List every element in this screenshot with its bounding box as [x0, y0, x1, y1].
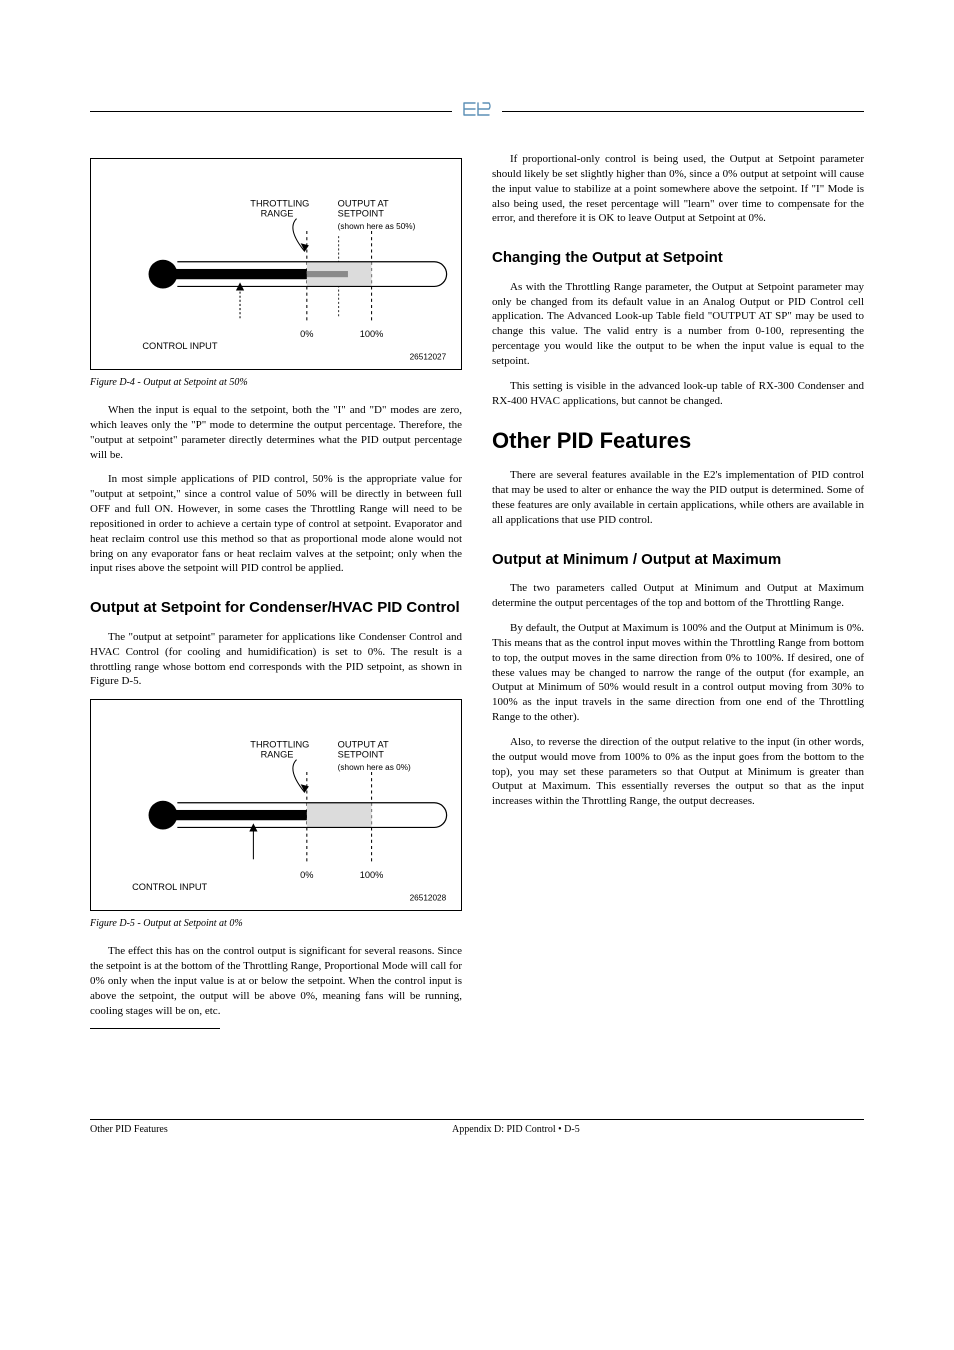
- top-rule: [90, 100, 864, 122]
- heading-changing-output: Changing the Output at Setpoint: [492, 248, 864, 268]
- footer-left: Other PID Features: [90, 1124, 168, 1135]
- svg-text:THROTTLING RANGE: THROTTLING RANGE: [250, 198, 312, 218]
- left-p3: The "output at setpoint" parameter for a…: [90, 630, 462, 689]
- right-p11: Also, to reverse the direction of the ou…: [492, 735, 864, 809]
- figure-d5-caption: Figure D-5 - Output at Setpoint at 0%: [90, 917, 462, 931]
- fig5-hundred: 100%: [360, 870, 384, 880]
- page-footer: Other PID Features Appendix D: PID Contr…: [90, 1119, 864, 1135]
- right-p8: There are several features available in …: [492, 468, 864, 527]
- svg-text:OUTPUT AT SETPOINT: OUTPUT AT SETPOINT: [338, 198, 392, 218]
- fig5-control: CONTROL INPUT: [132, 882, 207, 892]
- left-p2: In most simple applications of PID contr…: [90, 472, 462, 576]
- fig4-code: 26512027: [410, 352, 447, 361]
- fig5-shown: (shown here as 0%): [338, 763, 411, 772]
- figure-d4-caption: Figure D-4 - Output at Setpoint at 50%: [90, 376, 462, 390]
- brand-logo: [458, 100, 496, 122]
- left-p1: When the input is equal to the setpoint,…: [90, 403, 462, 462]
- heading-output-setpoint-condenser: Output at Setpoint for Condenser/HVAC PI…: [90, 598, 462, 618]
- svg-text:OUTPUT AT SETPOINT: OUTPUT AT SETPOINT: [338, 739, 392, 759]
- fig4-throttling-2: RANGE: [261, 209, 294, 219]
- right-p9: The two parameters called Output at Mini…: [492, 581, 864, 611]
- fig4-control: CONTROL INPUT: [142, 341, 217, 351]
- heading-output-min-max: Output at Minimum / Output at Maximum: [492, 550, 864, 570]
- fig4-hundred: 100%: [360, 329, 384, 339]
- footer-middle: Appendix D: PID Control • D-5: [452, 1124, 580, 1135]
- footnote-rule: [90, 1028, 220, 1029]
- left-p4: The effect this has on the control outpu…: [90, 944, 462, 1018]
- right-p10: By default, the Output at Maximum is 100…: [492, 621, 864, 725]
- fig4-zero: 0%: [300, 329, 313, 339]
- svg-text:THROTTLING RANGE: THROTTLING RANGE: [250, 739, 312, 759]
- heading-other-pid: Other PID Features: [492, 428, 864, 454]
- right-p5: If proportional-only control is being us…: [492, 152, 864, 226]
- left-column: THROTTLING RANGE OUTPUT AT SETPOINT (sho…: [90, 152, 462, 1069]
- figure-d4: THROTTLING RANGE OUTPUT AT SETPOINT (sho…: [90, 158, 462, 370]
- right-column: If proportional-only control is being us…: [492, 152, 864, 1069]
- fig4-shown: (shown here as 50%): [338, 222, 416, 231]
- right-p6: As with the Throttling Range parameter, …: [492, 280, 864, 369]
- fig4-output-1: OUTPUT AT: [338, 198, 389, 208]
- figure-d5: THROTTLING RANGE OUTPUT AT SETPOINT (sho…: [90, 699, 462, 911]
- fig5-code: 26512028: [410, 894, 447, 903]
- fig5-zero: 0%: [300, 870, 313, 880]
- fig4-output-2: SETPOINT: [338, 209, 385, 219]
- fig4-throttling-1: THROTTLING: [250, 198, 309, 208]
- right-p7: This setting is visible in the advanced …: [492, 379, 864, 409]
